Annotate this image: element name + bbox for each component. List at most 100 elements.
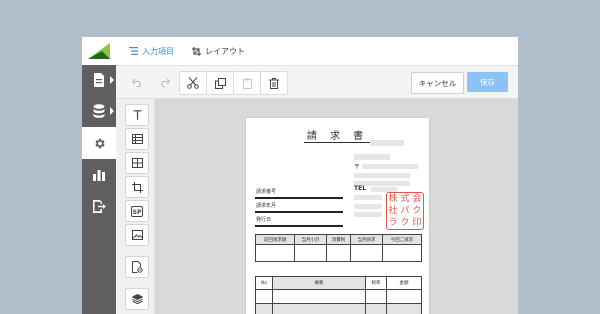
- nav-document[interactable]: [82, 65, 116, 95]
- copy-icon: [214, 77, 226, 89]
- detail-cell: [386, 289, 422, 304]
- stamp-char: ラ: [388, 217, 398, 228]
- summary-header: 今回ご請求: [381, 234, 423, 245]
- redo-icon: [160, 78, 170, 87]
- detail-table: No 摘要 税率 金額: [255, 276, 422, 314]
- detail-cell: [255, 303, 273, 314]
- trash-icon: [269, 77, 279, 89]
- postal-mark: 〒: [354, 164, 361, 171]
- copy-button[interactable]: [206, 71, 234, 95]
- tab-label: レイアウト: [205, 46, 245, 56]
- stamp-char: ク: [400, 217, 410, 228]
- grid-tool[interactable]: [125, 152, 149, 174]
- detail-cell: [255, 289, 273, 304]
- detail-header: 摘要: [272, 276, 366, 290]
- layout-icon: [192, 46, 201, 56]
- summary-header: 消費税: [325, 234, 352, 245]
- bar-chart-icon: [93, 170, 105, 181]
- svg-text:SP: SP: [133, 209, 142, 216]
- nav-expand-arrow: [110, 76, 114, 84]
- placeholder-block: [354, 204, 382, 209]
- placeholder-block: [354, 195, 382, 200]
- placeholder-block: [354, 212, 382, 217]
- nav-chart[interactable]: [82, 160, 116, 190]
- clipboard-icon: [242, 78, 252, 89]
- cut-button[interactable]: [179, 71, 207, 95]
- undo-button[interactable]: [124, 71, 150, 93]
- detail-header: 税率: [365, 276, 387, 290]
- grid-icon: [131, 158, 143, 168]
- placeholder-block: [370, 140, 404, 146]
- file-gear-icon: [131, 261, 143, 273]
- text-icon: [133, 110, 141, 120]
- text-tool[interactable]: [125, 104, 149, 126]
- stamp-char: パ: [400, 205, 410, 216]
- tab-layout[interactable]: レイアウト: [192, 37, 245, 65]
- stamp-char: 社: [388, 205, 398, 216]
- save-button[interactable]: 保存: [467, 72, 508, 92]
- field-underline: [255, 225, 343, 227]
- nav-expand-arrow: [110, 107, 114, 115]
- stamp-char: 印: [412, 217, 422, 228]
- summary-header: 当月請求: [350, 234, 383, 245]
- invoice-document[interactable]: 請 求 書 〒 TEL 株 式 会 社 パ ク ラ ク 印 請求番号 請求年月 …: [246, 118, 429, 314]
- layers-tool[interactable]: [125, 288, 149, 310]
- summary-cell: [254, 244, 296, 262]
- summary-cell: [294, 244, 327, 262]
- side-nav: [82, 65, 116, 314]
- nav-export[interactable]: [82, 191, 116, 221]
- stamp-char: 株: [388, 193, 398, 204]
- app-window: 入力項目 レイアウト キャンセル 保存 SP 請 求 書 〒 TEL 株 式 会…: [82, 37, 518, 314]
- summary-cell: [381, 244, 423, 262]
- nav-settings[interactable]: [82, 127, 116, 159]
- detail-cell: [365, 303, 387, 314]
- summary-header: 当月小計: [294, 234, 327, 245]
- crop-tool[interactable]: [125, 176, 149, 198]
- summary-cell: [325, 244, 352, 262]
- toolbar: キャンセル 保存: [116, 66, 518, 99]
- tab-input-items[interactable]: 入力項目: [129, 37, 174, 65]
- tel-label: TEL: [354, 185, 367, 192]
- field-underline: [255, 197, 343, 199]
- company-seal-stamp: 株 式 会 社 パ ク ラ ク 印: [386, 192, 424, 230]
- delete-button[interactable]: [260, 71, 288, 95]
- paste-button[interactable]: [233, 71, 261, 95]
- tab-bar: 入力項目 レイアウト: [116, 37, 518, 66]
- placeholder-block: [362, 164, 418, 169]
- detail-cell: [365, 289, 387, 304]
- field-underline: [255, 211, 343, 213]
- redo-button[interactable]: [151, 71, 177, 93]
- tool-palette: SP: [116, 99, 155, 314]
- table-icon: [131, 134, 143, 144]
- title-underline: [304, 142, 370, 143]
- sp-tool[interactable]: SP: [125, 200, 149, 222]
- summary-cell: [350, 244, 383, 262]
- table-tool[interactable]: [125, 128, 149, 150]
- field-invoice-month: 請求年月: [256, 203, 277, 209]
- detail-cell: [272, 303, 366, 314]
- field-issue-date: 発行日: [256, 217, 272, 223]
- cancel-button[interactable]: キャンセル: [411, 72, 464, 94]
- tab-label: 入力項目: [142, 46, 174, 56]
- field-invoice-number: 請求番号: [256, 189, 277, 195]
- nav-database[interactable]: [82, 96, 116, 126]
- summary-header: 前回請求額: [254, 234, 296, 245]
- layers-icon: [131, 294, 143, 304]
- detail-cell: [386, 303, 422, 314]
- list-icon: [129, 47, 138, 55]
- export-icon: [93, 199, 106, 213]
- gear-icon: [94, 138, 105, 148]
- detail-header: 金額: [386, 276, 422, 290]
- image-icon: [131, 230, 143, 240]
- summary-table: 前回請求額 当月小計 消費税 当月請求 今回ご請求: [254, 234, 423, 262]
- stamp-char: 式: [400, 193, 410, 204]
- editor-canvas: 請 求 書 〒 TEL 株 式 会 社 パ ク ラ ク 印 請求番号 請求年月 …: [155, 99, 518, 314]
- placeholder-block: [354, 154, 390, 160]
- sp-icon: SP: [131, 205, 143, 217]
- detail-cell: [272, 289, 366, 304]
- file-settings-tool[interactable]: [125, 256, 149, 278]
- image-tool[interactable]: [125, 224, 149, 246]
- app-logo: [82, 37, 116, 65]
- detail-header: No: [255, 276, 273, 290]
- database-icon: [93, 104, 105, 118]
